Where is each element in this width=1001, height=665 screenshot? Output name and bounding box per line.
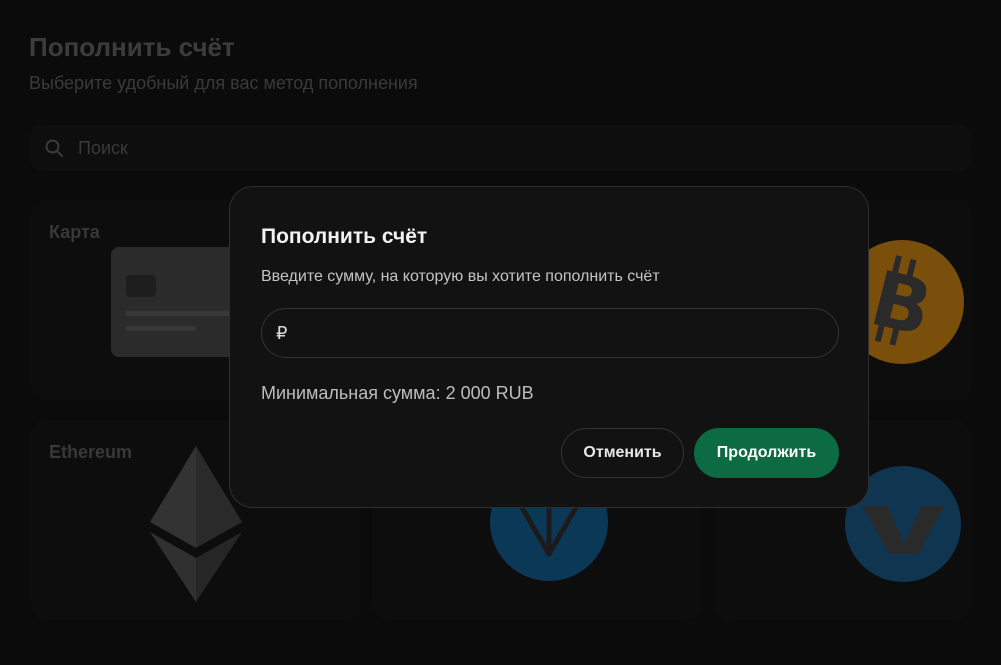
ruble-icon: ₽ [276, 322, 288, 343]
search-icon [45, 139, 63, 157]
page-title: Пополнить счёт [29, 32, 235, 62]
card-chip [126, 275, 156, 297]
continue-button[interactable]: Продолжить [694, 428, 839, 478]
dialog-title: Пополнить счёт [261, 225, 428, 248]
method-card-label: Карта [49, 222, 100, 242]
page: Пополнить счёт Выберите удобный для вас … [0, 0, 1001, 665]
cancel-button[interactable]: Отменить [561, 428, 684, 478]
method-card-label: Ethereum [49, 442, 133, 462]
top-up-dialog: Пополнить счёт Введите сумму, на которую… [229, 186, 869, 508]
amount-field[interactable]: ₽ [261, 308, 839, 358]
page-subtitle: Выберите удобный для вас метод пополнени… [29, 73, 418, 93]
amount-input[interactable] [293, 323, 838, 343]
search-bar[interactable] [30, 125, 971, 171]
minimum-amount-note: Минимальная сумма: 2 000 RUB [261, 383, 534, 403]
search-input[interactable] [78, 137, 478, 159]
dialog-description: Введите сумму, на которую вы хотите попо… [261, 268, 660, 285]
